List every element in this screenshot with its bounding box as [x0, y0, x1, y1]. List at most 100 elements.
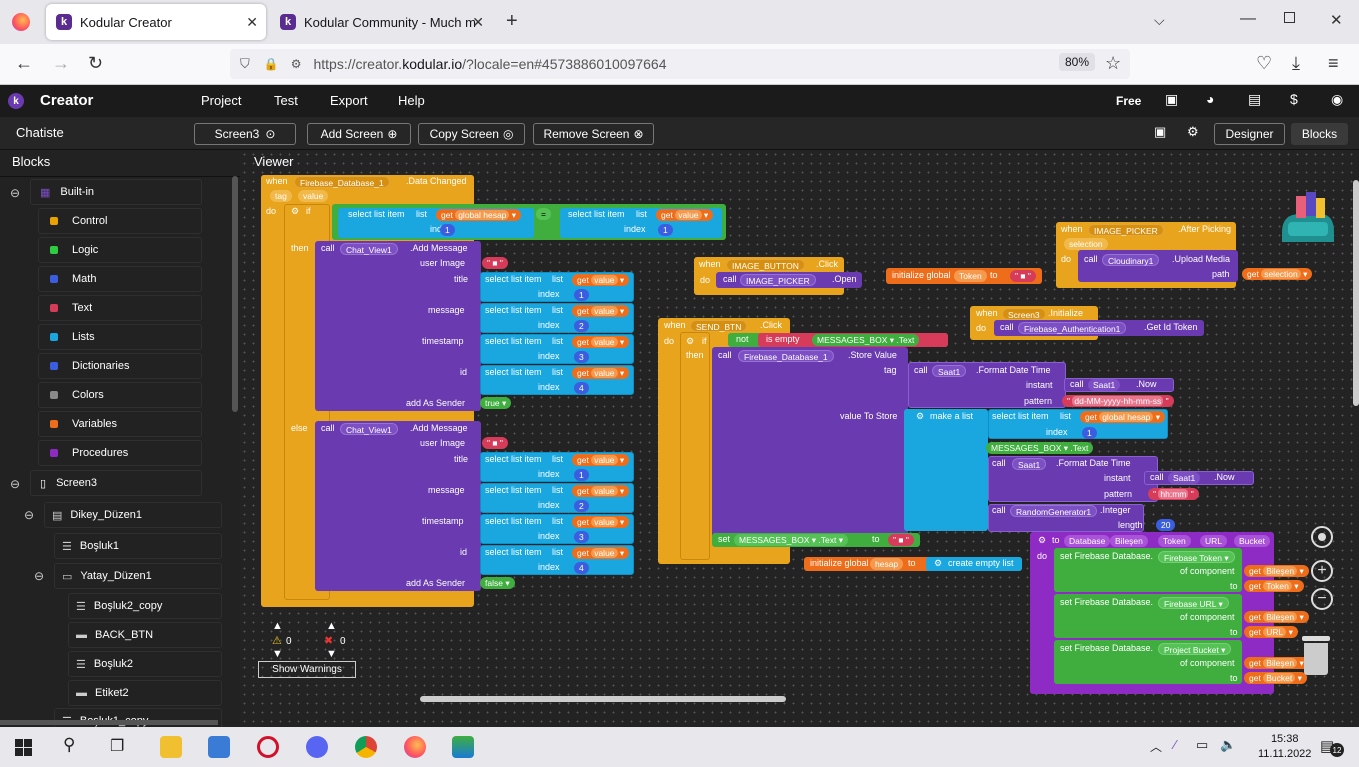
file-explorer-icon[interactable] — [160, 736, 182, 758]
get-value[interactable]: get value ▾ — [572, 274, 630, 286]
get-value[interactable]: get value ▾ — [572, 367, 630, 379]
number-block[interactable]: 3 — [574, 351, 589, 363]
text-pattern[interactable]: " dd-MM-yyyy-hh-mm-ss " — [1062, 395, 1174, 407]
menu-help[interactable]: Help — [398, 93, 425, 108]
collapse-icon[interactable]: ⊖ — [34, 569, 44, 583]
url-field[interactable]: ⛉ 🔒 ⚙ https://creator.kodular.io/?locale… — [230, 49, 1130, 79]
reload-icon[interactable]: ↻ — [88, 53, 103, 74]
text-block[interactable]: " ■ " — [888, 534, 914, 546]
recenter-icon[interactable] — [1311, 526, 1333, 548]
gear-icon[interactable]: ⚙ — [1038, 535, 1046, 546]
zoom-in-icon[interactable]: + — [1311, 560, 1333, 582]
permissions-icon[interactable]: ⚙ — [291, 57, 302, 71]
show-warnings-button[interactable]: Show Warnings — [258, 661, 356, 678]
store-value-call[interactable] — [712, 347, 908, 543]
library-icon[interactable]: ▤ — [1248, 91, 1261, 108]
gear-icon[interactable]: ⚙ — [916, 411, 924, 422]
variable-name[interactable]: Token — [954, 270, 987, 282]
discord-icon[interactable] — [306, 736, 328, 758]
tab-kodular-community[interactable]: k Kodular Community - Much m ✕ — [270, 4, 492, 40]
param-tag[interactable]: tag — [270, 190, 292, 202]
boolean-block[interactable]: true ▾ — [480, 397, 512, 409]
property-dropdown[interactable]: Firebase URL ▾ — [1158, 597, 1229, 609]
builtin-item-text[interactable]: Text — [50, 297, 92, 319]
arg-name[interactable]: Bucket — [1234, 535, 1270, 547]
gear-icon[interactable]: ⚙ — [686, 336, 694, 347]
number-block[interactable]: 2 — [574, 320, 589, 332]
menu-test[interactable]: Test — [274, 93, 298, 108]
get-global-hesap[interactable]: get global hesap ▾ — [436, 209, 522, 221]
number-block[interactable]: 4 — [574, 562, 589, 574]
get-argument[interactable]: get URL ▾ — [1244, 626, 1298, 638]
remove-screen-button[interactable]: Remove Screen ⊗ — [533, 123, 654, 145]
folder-icon[interactable]: ▣ — [1165, 91, 1178, 108]
builtin-item-control[interactable]: Control — [50, 210, 107, 232]
get-bilesen[interactable]: get Bileşen ▾ — [1244, 657, 1309, 669]
gear-icon[interactable]: ⚙ — [291, 206, 299, 217]
builtin-item-colors[interactable]: Colors — [50, 384, 104, 406]
component-dropdown[interactable]: Firebase_Database_1 — [738, 350, 834, 362]
get-value[interactable]: get value ▾ — [572, 336, 630, 348]
get-global-hesap[interactable]: get global hesap ▾ — [1080, 411, 1166, 423]
number-block[interactable]: 1 — [574, 469, 589, 481]
designer-button[interactable]: Designer — [1214, 123, 1285, 145]
minimize-icon[interactable]: — — [1240, 10, 1256, 28]
messages-box-text[interactable]: MESSAGES_BOX ▾ .Text ▾ — [734, 534, 848, 546]
screen-component[interactable]: ▯ Screen3 — [40, 472, 97, 494]
warning-icon[interactable]: ⚠ — [272, 634, 282, 647]
number-block[interactable]: 3 — [574, 531, 589, 543]
zoom-level[interactable]: 80% — [1059, 53, 1096, 71]
get-bilesen[interactable]: get Bileşen ▾ — [1244, 611, 1309, 623]
get-bilesen[interactable]: get Bileşen ▾ — [1244, 565, 1309, 577]
dollar-icon[interactable]: $ — [1290, 91, 1298, 107]
make-a-list-block[interactable] — [904, 409, 988, 531]
component-dropdown[interactable]: Saat1 — [932, 365, 967, 377]
hamburger-menu-icon[interactable]: ≡ — [1328, 53, 1339, 74]
component-dropdown[interactable]: Saat1 — [1088, 379, 1121, 391]
component-item[interactable]: ▬ Etiket2 — [76, 682, 129, 704]
settings-gear-icon[interactable]: ⚙ — [1187, 124, 1199, 140]
builtin-item-logic[interactable]: Logic — [50, 239, 98, 261]
component-dropdown[interactable]: IMAGE_PICKER — [740, 274, 816, 286]
boolean-block[interactable]: false ▾ — [480, 577, 515, 589]
component-item[interactable]: ☰ Boşluk2_copy — [76, 595, 162, 617]
component-dropdown[interactable]: Chat_View1 — [340, 423, 398, 435]
component-dropdown[interactable]: Saat1 — [1012, 458, 1047, 470]
clock[interactable]: 15:38 11.11.2022 — [1258, 732, 1311, 762]
firefox-icon[interactable] — [12, 13, 30, 31]
plan-badge[interactable]: Free — [1116, 94, 1141, 108]
bluestacks-icon[interactable] — [452, 736, 474, 758]
menu-export[interactable]: Export — [330, 93, 368, 108]
volume-icon[interactable]: 🔈 — [1220, 737, 1236, 753]
param-selection[interactable]: selection — [1064, 238, 1108, 250]
text-pattern[interactable]: " hh:mm " — [1148, 488, 1199, 500]
component-item[interactable]: ☰ Boşluk2 — [76, 653, 133, 675]
get-value[interactable]: get value ▾ — [656, 209, 714, 221]
sidebar-h-scrollbar[interactable] — [0, 720, 218, 725]
chrome-icon[interactable] — [355, 736, 377, 758]
messages-box-text[interactable]: MESSAGES_BOX ▾ .Text — [986, 442, 1094, 454]
blocks-viewer[interactable]: Viewer when Firebase_Database_1 .Data Ch… — [240, 150, 1359, 727]
firefox-icon[interactable] — [404, 736, 426, 758]
back-icon[interactable]: ← — [15, 53, 33, 74]
component-dropdown[interactable]: Saat1 — [1168, 472, 1201, 484]
get-value[interactable]: get value ▾ — [572, 547, 630, 559]
chevron-up-icon[interactable]: ▲ — [326, 620, 337, 632]
variable-name[interactable]: hesap — [870, 558, 904, 570]
close-icon[interactable]: ✕ — [246, 14, 258, 31]
component-dropdown[interactable]: Cloudinary1 — [1102, 254, 1160, 266]
procedure-name[interactable]: Database — [1064, 535, 1111, 547]
component-dropdown[interactable]: IMAGE_PICKER — [1088, 224, 1164, 236]
download-project-icon[interactable]: ▣ — [1154, 124, 1166, 140]
chevron-down-icon[interactable]: ▼ — [326, 648, 337, 660]
builtin-item-variables[interactable]: Variables — [50, 413, 117, 435]
component-dropdown[interactable]: Firebase_Database_1 — [294, 176, 390, 188]
get-value[interactable]: get value ▾ — [572, 305, 630, 317]
menu-project[interactable]: Project — [201, 93, 241, 108]
chevron-down-icon[interactable]: ▼ — [272, 648, 283, 660]
component-dropdown[interactable]: Firebase_Authentication1 — [1018, 322, 1127, 334]
get-argument[interactable]: get Token ▾ — [1244, 580, 1304, 592]
chevron-up-icon[interactable]: ▲ — [272, 620, 283, 632]
add-screen-button[interactable]: Add Screen ⊕ — [307, 123, 411, 145]
opera-icon[interactable] — [257, 736, 279, 758]
